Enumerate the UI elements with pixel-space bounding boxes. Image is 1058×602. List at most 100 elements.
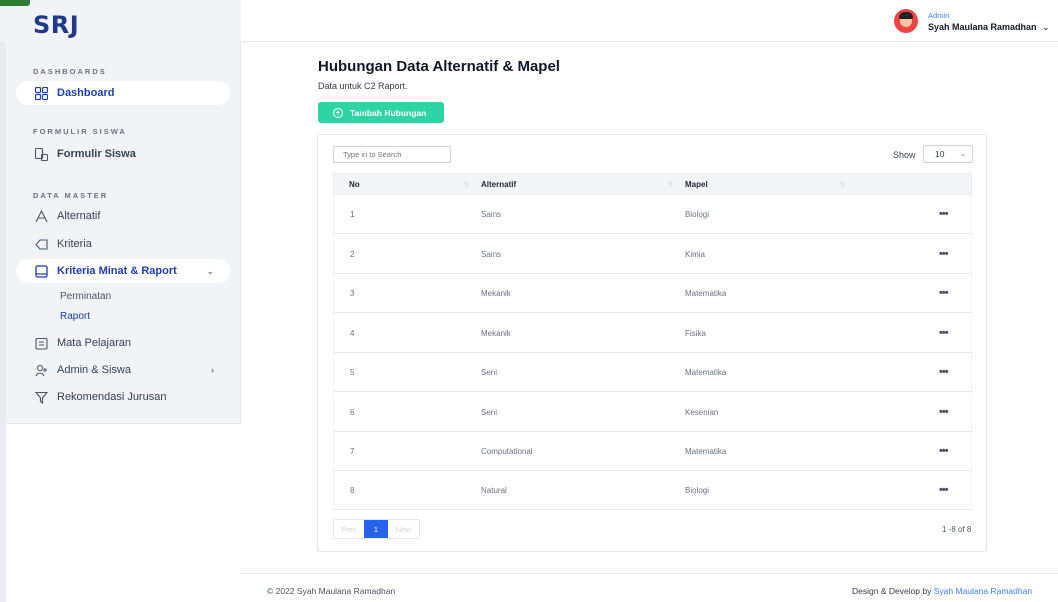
search-input[interactable] xyxy=(333,146,451,163)
logo[interactable]: SRJ xyxy=(33,11,79,39)
more-actions-icon[interactable]: ••• xyxy=(939,406,949,418)
pagination: Prev 1 Next xyxy=(333,519,420,539)
column-header-mapel[interactable]: Mapel xyxy=(685,180,708,189)
sort-icon[interactable]: ⇅ xyxy=(464,181,470,189)
corner-mark xyxy=(0,0,30,6)
copyright-text: © 2022 Syah Maulana Ramadhan xyxy=(267,586,396,596)
sidebar-item-rekomendasi-jurusan[interactable]: Rekomendasi Jurusan xyxy=(16,385,230,409)
sort-icon[interactable]: ⇅ xyxy=(840,181,846,189)
sidebar-item-label: Mata Pelajaran xyxy=(57,337,131,349)
book-icon xyxy=(34,264,48,278)
column-header-alternatif[interactable]: Alternatif xyxy=(481,180,516,189)
sidebar-item-label: Kriteria xyxy=(57,238,92,250)
cell-alternatif: Mekanik xyxy=(481,329,511,338)
section-title-data-master: DATA MASTER xyxy=(33,191,109,200)
page-size-select[interactable]: 10 ⌄ xyxy=(923,145,973,163)
user-plus-icon xyxy=(34,363,48,377)
sidebar-item-label: Kriteria Minat & Raport xyxy=(57,265,177,277)
cell-no: 7 xyxy=(350,447,355,456)
avatar-hair xyxy=(899,12,913,19)
chevron-down-icon: ⌄ xyxy=(1042,22,1050,32)
cell-mapel: Matematika xyxy=(685,447,727,456)
sidebar-item-alternatif[interactable]: Alternatif xyxy=(16,204,230,228)
cell-no: 4 xyxy=(350,329,355,338)
cell-no: 5 xyxy=(350,368,355,377)
letter-a-icon xyxy=(34,209,48,223)
table-row: 1 Sains Biologi ••• xyxy=(333,195,972,234)
cell-alternatif: Mekanik xyxy=(481,289,511,298)
avatar[interactable] xyxy=(894,9,918,33)
sidebar-item-formulir-siswa[interactable]: Formulir Siswa xyxy=(16,142,230,166)
credit-link[interactable]: Syah Maulana Ramadhan xyxy=(934,586,1032,596)
more-actions-icon[interactable]: ••• xyxy=(939,366,949,378)
sort-icon[interactable]: ⇅ xyxy=(668,181,674,189)
more-actions-icon[interactable]: ••• xyxy=(939,248,949,260)
cell-no: 2 xyxy=(350,250,355,259)
sidebar-item-kriteria[interactable]: Kriteria xyxy=(16,232,230,256)
user-role: Admin xyxy=(928,11,950,20)
page-size-value: 10 xyxy=(935,149,945,159)
form-icon xyxy=(34,147,48,161)
show-label: Show xyxy=(893,150,916,160)
cell-alternatif: Seni xyxy=(481,368,498,377)
table-row: 3 Mekanik Matematika ••• xyxy=(333,274,972,313)
credit-text: Design & Develop by Syah Maulana Ramadha… xyxy=(852,586,1032,596)
more-actions-icon[interactable]: ••• xyxy=(939,484,949,496)
cell-no: 1 xyxy=(350,210,355,219)
sidebar-subitem-perminatan[interactable]: Perminatan xyxy=(60,291,111,302)
cell-no: 8 xyxy=(350,486,355,495)
table-header: No ⇅ Alternatif ⇅ Mapel ⇅ xyxy=(333,173,972,195)
column-header-no[interactable]: No xyxy=(349,180,360,189)
cell-no: 3 xyxy=(350,289,355,298)
plus-circle-icon: + xyxy=(333,107,343,118)
tag-icon xyxy=(34,237,48,251)
section-title-dashboards: DASHBOARDS xyxy=(33,67,107,76)
more-actions-icon[interactable]: ••• xyxy=(939,208,949,220)
next-page-button[interactable]: Next xyxy=(388,520,419,538)
table-row: 7 Computational Matematika ••• xyxy=(333,432,972,471)
cell-alternatif: Natural xyxy=(481,486,507,495)
cell-mapel: Kesenian xyxy=(685,408,719,417)
filter-icon xyxy=(34,390,48,404)
top-header xyxy=(241,0,1058,42)
cell-mapel: Kimia xyxy=(685,250,706,259)
page-1-button[interactable]: 1 xyxy=(364,520,388,538)
cell-mapel: Biologi xyxy=(685,486,710,495)
table-row: 5 Seni Matematika ••• xyxy=(333,353,972,392)
cell-mapel: Matematika xyxy=(685,289,727,298)
cell-mapel: Biologi xyxy=(685,210,710,219)
prev-page-button[interactable]: Prev xyxy=(334,520,364,538)
sidebar-item-label: Rekomendasi Jurusan xyxy=(57,391,167,403)
table-row: 2 Sains Kimia ••• xyxy=(333,235,972,274)
more-actions-icon[interactable]: ••• xyxy=(939,445,949,457)
more-actions-icon[interactable]: ••• xyxy=(939,287,949,299)
cell-mapel: Fisika xyxy=(685,329,706,338)
user-name: Syah Maulana Ramadhan xyxy=(928,22,1037,32)
cell-alternatif: Sains xyxy=(481,210,502,219)
sidebar-item-dashboard[interactable]: Dashboard xyxy=(16,81,230,105)
cell-alternatif: Computational xyxy=(481,447,533,456)
table-row: 4 Mekanik Fisika ••• xyxy=(333,314,972,353)
calendar-icon xyxy=(34,336,48,350)
more-actions-icon[interactable]: ••• xyxy=(939,327,949,339)
cell-alternatif: Sains xyxy=(481,250,502,259)
sidebar-item-admin-siswa[interactable]: Admin & Siswa › xyxy=(16,358,230,382)
pagination-range: 1 -8 of 8 xyxy=(942,525,972,534)
cell-no: 6 xyxy=(350,408,355,417)
sidebar-item-mata-pelajaran[interactable]: Mata Pelajaran xyxy=(16,331,230,355)
page-title: Hubungan Data Alternatif & Mapel xyxy=(318,58,560,75)
sidebar-item-label: Dashboard xyxy=(57,87,115,99)
sidebar-subitem-raport[interactable]: Raport xyxy=(60,311,90,322)
add-button-label: Tambah Hubungan xyxy=(350,107,427,118)
sidebar-item-label: Admin & Siswa xyxy=(57,364,131,376)
page-subtitle: Data untuk C2 Raport. xyxy=(318,81,408,91)
sidebar-item-kriteria-minat-raport[interactable]: Kriteria Minat & Raport ⌄ xyxy=(16,259,230,283)
add-relation-button[interactable]: + Tambah Hubungan xyxy=(318,102,444,123)
table-row: 6 Seni Kesenian ••• xyxy=(333,393,972,432)
grid-icon xyxy=(34,86,48,100)
user-menu[interactable]: Syah Maulana Ramadhan ⌄ xyxy=(928,22,1050,33)
cell-mapel: Matematika xyxy=(685,368,727,377)
sidebar-item-label: Alternatif xyxy=(57,210,101,222)
left-edge-bar xyxy=(0,0,6,602)
section-title-formulir: FORMULIR SISWA xyxy=(33,127,127,136)
